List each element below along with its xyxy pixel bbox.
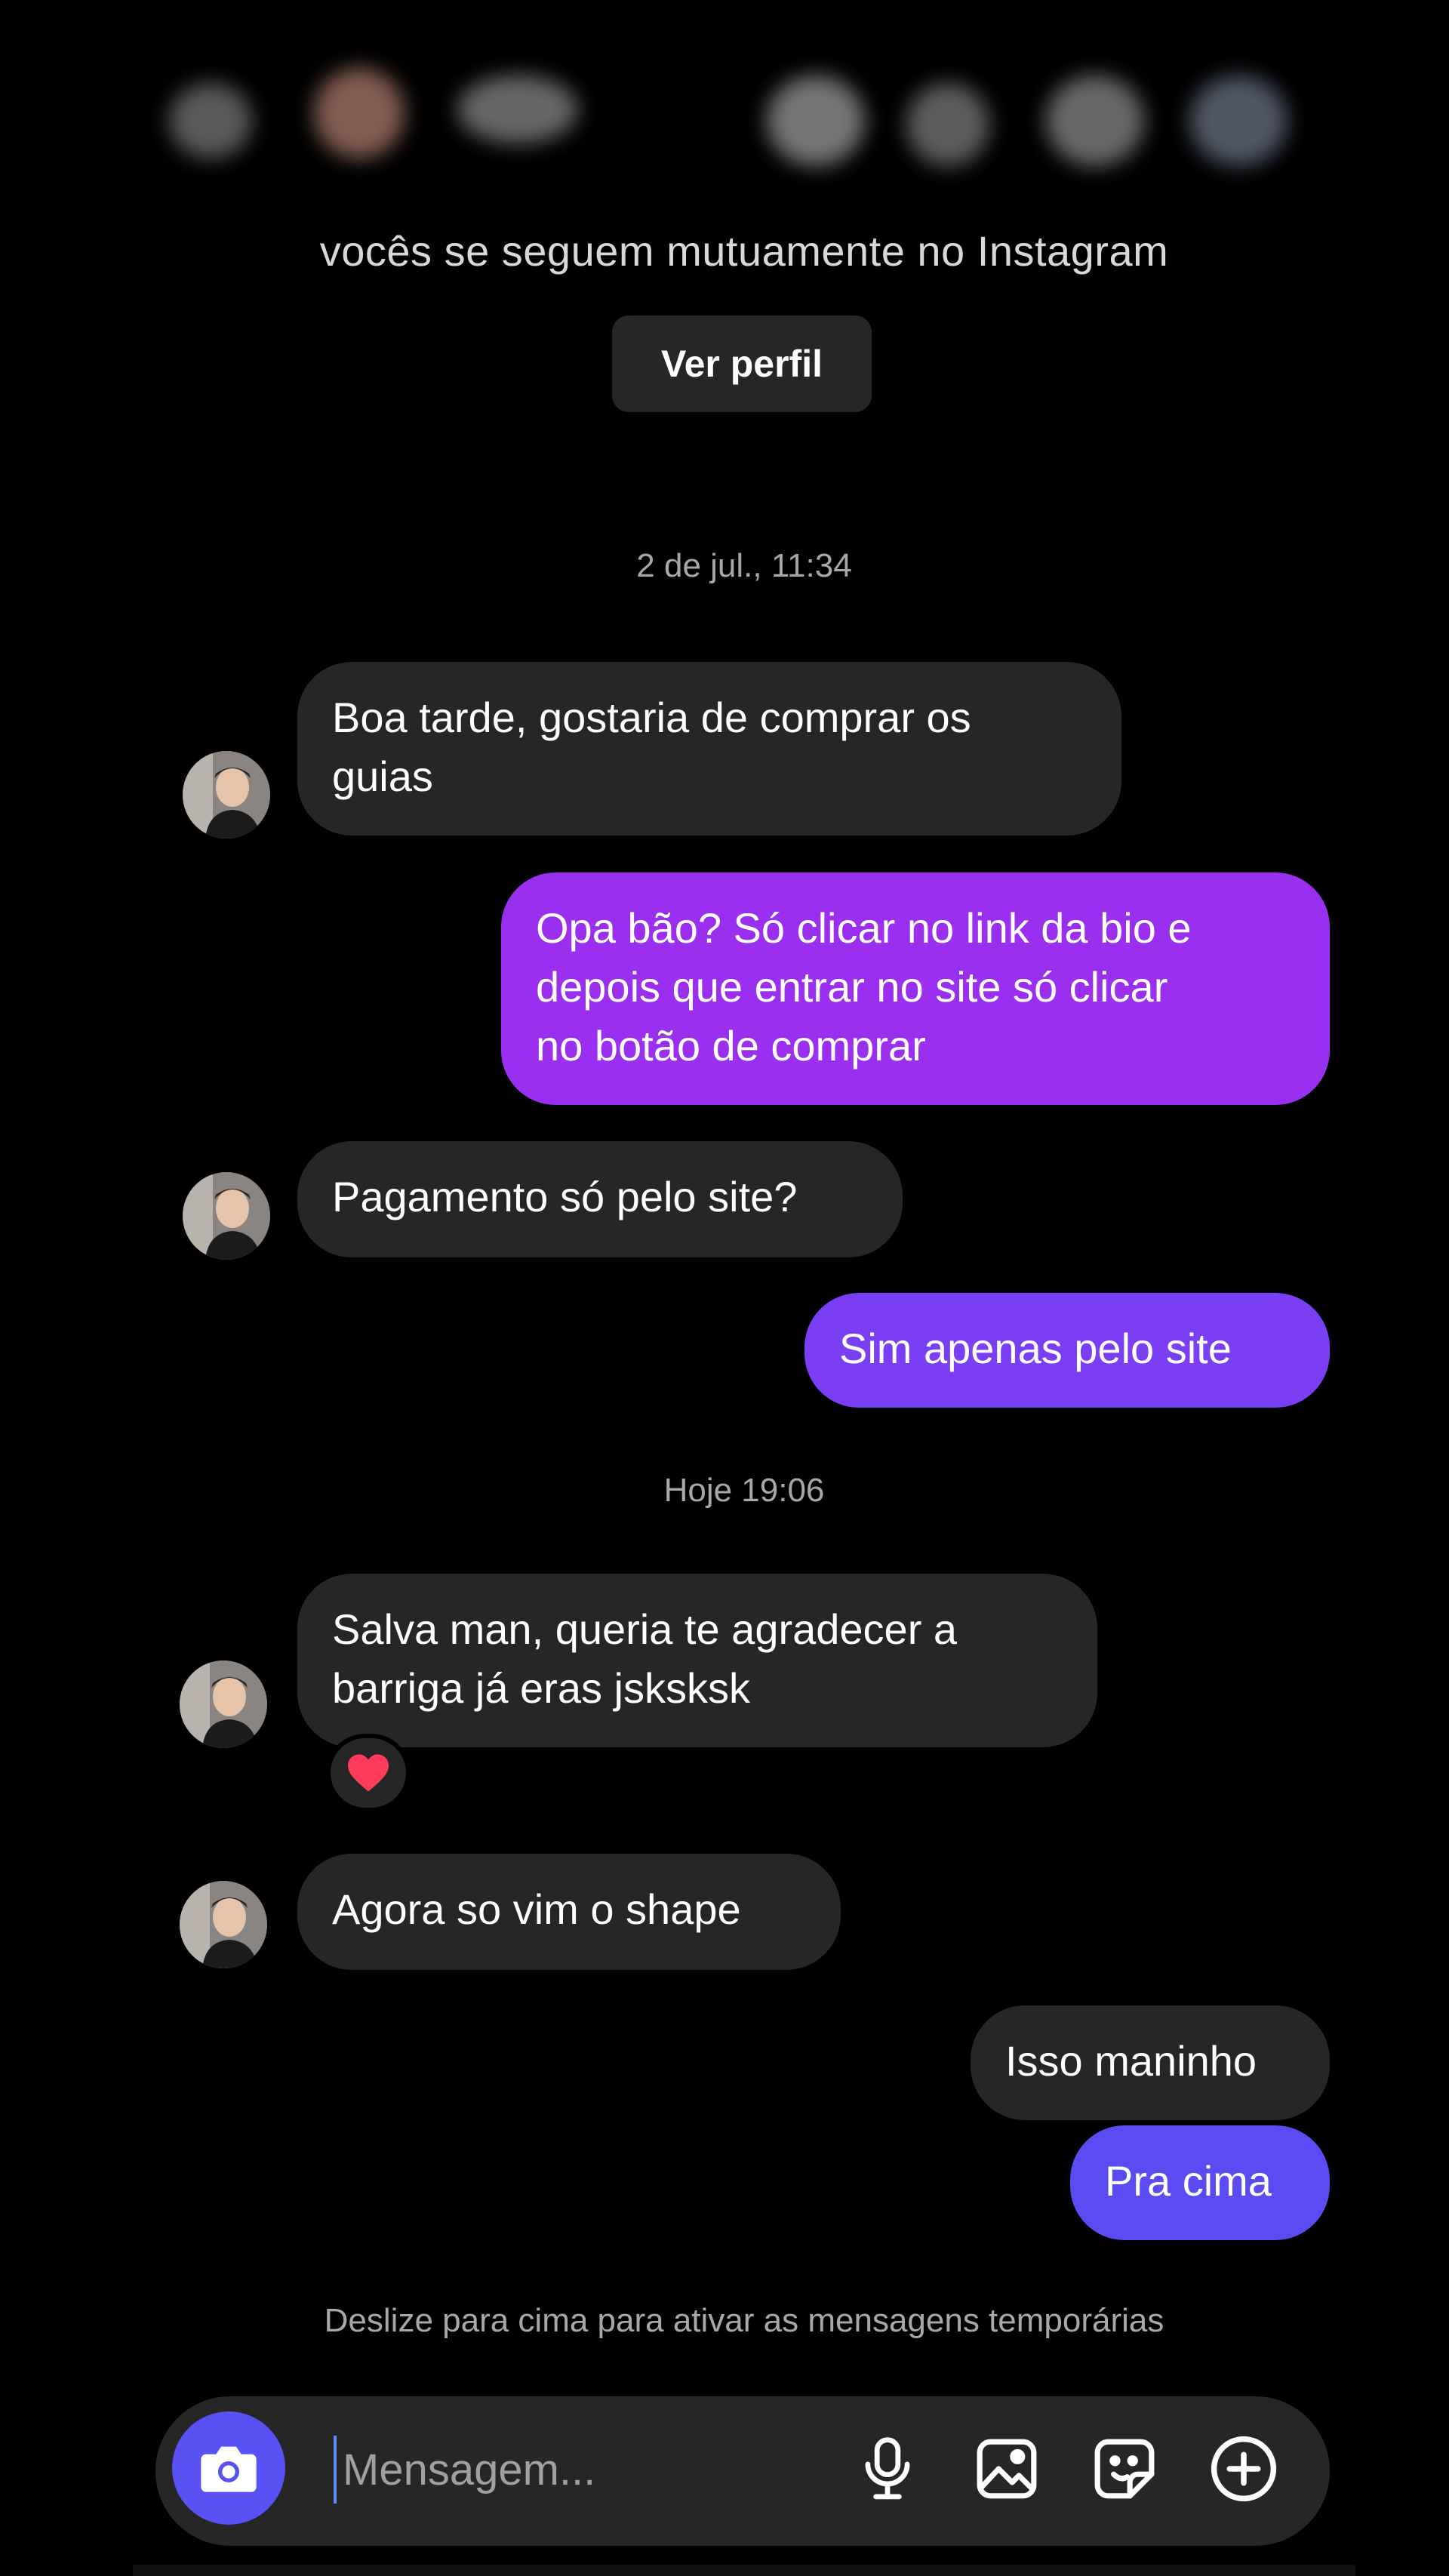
message-bubble-incoming[interactable]: Salva man, queria te agradecer a barriga… bbox=[297, 1574, 1097, 1747]
message-bubble-outgoing[interactable]: Opa bão? Só clicar no link da bio e depo… bbox=[501, 873, 1330, 1105]
bottom-edge bbox=[133, 2565, 1355, 2576]
message-bubble-outgoing[interactable]: Sim apenas pelo site bbox=[804, 1293, 1330, 1408]
message-bubble-incoming[interactable]: Pagamento só pelo site? bbox=[297, 1141, 903, 1257]
gallery-button[interactable] bbox=[968, 2430, 1046, 2508]
more-options-button[interactable] bbox=[1204, 2430, 1283, 2508]
camera-icon bbox=[201, 2446, 257, 2492]
sticker-icon bbox=[1094, 2439, 1155, 2499]
message-bubble-outgoing[interactable]: Pra cima bbox=[1070, 2125, 1330, 2240]
blurred-avatar bbox=[1046, 75, 1144, 166]
blurred-avatar bbox=[314, 68, 405, 158]
voice-message-button[interactable] bbox=[848, 2430, 927, 2508]
blurred-avatar bbox=[169, 83, 252, 158]
timestamp: 2 de jul., 11:34 bbox=[636, 547, 852, 584]
avatar[interactable] bbox=[180, 1881, 267, 1968]
avatar[interactable] bbox=[183, 1172, 270, 1260]
sticker-button[interactable] bbox=[1085, 2430, 1164, 2508]
blurred-avatar bbox=[767, 75, 865, 166]
message-bubble-outgoing[interactable]: Isso maninho bbox=[971, 2005, 1330, 2120]
avatar[interactable] bbox=[183, 751, 270, 839]
gallery-icon bbox=[977, 2439, 1037, 2499]
plus-icon bbox=[1211, 2436, 1277, 2502]
view-profile-button[interactable]: Ver perfil bbox=[612, 315, 872, 412]
mutual-follow-text: vocês se seguem mutuamente no Instagram bbox=[319, 227, 1169, 275]
heart-icon bbox=[348, 1754, 389, 1792]
blurred-avatar bbox=[457, 75, 578, 143]
blurred-avatar bbox=[1189, 75, 1287, 166]
disappearing-messages-hint: Deslize para cima para ativar as mensage… bbox=[324, 2302, 1164, 2339]
message-input[interactable] bbox=[334, 2436, 847, 2504]
avatar[interactable] bbox=[180, 1660, 267, 1748]
message-bubble-incoming[interactable]: Boa tarde, gostaria de comprar os guias bbox=[297, 662, 1121, 836]
reaction-badge[interactable] bbox=[326, 1734, 411, 1812]
microphone-icon bbox=[865, 2437, 910, 2500]
message-composer bbox=[155, 2396, 1330, 2546]
mutual-followers-avatars bbox=[133, 68, 1355, 166]
message-bubble-incoming[interactable]: Agora so vim o shape bbox=[297, 1854, 841, 1970]
blurred-avatar bbox=[906, 83, 989, 166]
chat-screen: vocês se seguem mutuamente no Instagram … bbox=[133, 0, 1355, 2566]
camera-button[interactable] bbox=[172, 2411, 285, 2525]
timestamp: Hoje 19:06 bbox=[663, 1472, 825, 1509]
